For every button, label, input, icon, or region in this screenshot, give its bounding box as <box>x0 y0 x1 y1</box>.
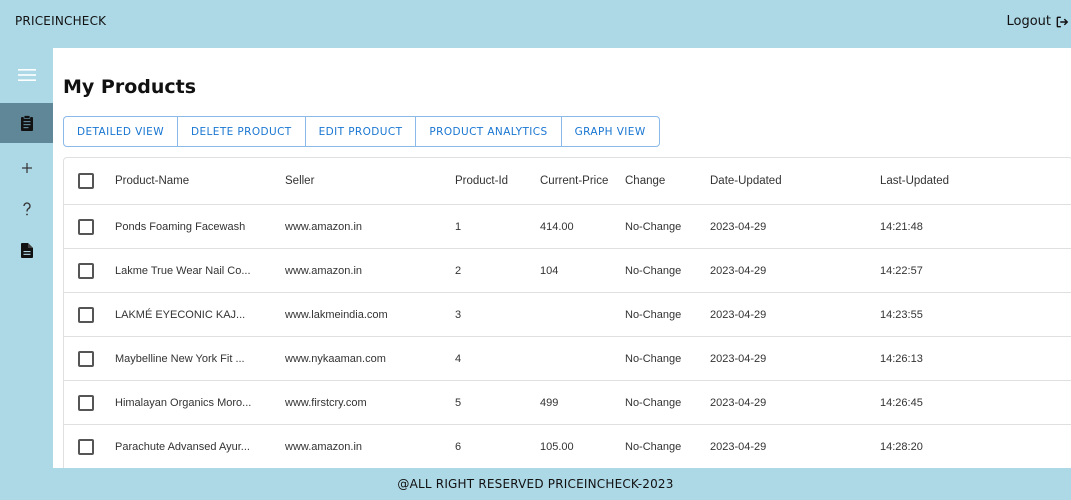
cell-date-updated: 2023-04-29 <box>710 264 767 277</box>
cell-current-price <box>540 293 620 336</box>
cell-product-id: 2 <box>455 264 462 277</box>
delete-product-button[interactable]: DELETE PRODUCT <box>177 116 306 147</box>
table-row[interactable]: Himalayan Organics Moro... www.firstcry.… <box>64 381 1071 425</box>
column-header-current-price[interactable]: Current-Price <box>540 158 620 204</box>
app-title: PRICEINCHECK <box>15 14 107 28</box>
cell-current-price: 104 <box>540 264 559 277</box>
table-row[interactable]: Lakme True Wear Nail Co... www.amazon.in… <box>64 249 1071 293</box>
column-header-date-updated[interactable]: Date-Updated <box>710 158 860 204</box>
cell-product-name: Parachute Advansed Ayur... <box>115 440 250 453</box>
main-content: My Products DETAILED VIEW DELETE PRODUCT… <box>53 48 1071 468</box>
row-checkbox[interactable] <box>78 306 94 323</box>
cell-change: No-Change <box>625 220 682 233</box>
row-checkbox[interactable] <box>78 218 94 235</box>
table-header: Product-Name Seller Product-Id Current-P… <box>64 158 1071 205</box>
row-checkbox[interactable] <box>78 394 94 411</box>
sidebar-item-add[interactable] <box>0 148 53 188</box>
cell-date-updated: 2023-04-29 <box>710 396 767 409</box>
cell-product-name: Himalayan Organics Moro... <box>115 396 252 409</box>
row-checkbox[interactable] <box>78 350 94 367</box>
cell-product-id: 3 <box>455 308 462 321</box>
cell-date-updated: 2023-04-29 <box>710 352 767 365</box>
cell-change: No-Change <box>625 308 682 321</box>
detailed-view-button[interactable]: DETAILED VIEW <box>63 116 179 147</box>
cell-seller: www.amazon.in <box>285 440 363 453</box>
file-icon <box>20 242 33 258</box>
sidebar-item-reports[interactable] <box>0 230 53 270</box>
cell-current-price: 499 <box>540 396 559 409</box>
cell-last-updated: 14:21:48 <box>880 220 923 233</box>
cell-seller: www.nykaaman.com <box>285 352 386 365</box>
cell-current-price <box>540 337 620 380</box>
cell-current-price: 105.00 <box>540 440 574 453</box>
sidebar-item-menu[interactable] <box>0 55 53 95</box>
cell-product-name: Ponds Foaming Facewash <box>115 220 246 233</box>
cell-product-name: Lakme True Wear Nail Co... <box>115 264 251 277</box>
table-row[interactable]: Maybelline New York Fit ... www.nykaaman… <box>64 337 1071 381</box>
cell-date-updated: 2023-04-29 <box>710 220 767 233</box>
cell-product-id: 4 <box>455 352 462 365</box>
cell-seller: www.amazon.in <box>285 220 363 233</box>
cell-product-id: 1 <box>455 220 462 233</box>
table-row[interactable]: Parachute Advansed Ayur... www.amazon.in… <box>64 425 1071 468</box>
cell-seller: www.lakmeindia.com <box>285 308 388 321</box>
cell-change: No-Change <box>625 440 682 453</box>
table-row[interactable]: LAKMÉ EYECONIC KAJ... www.lakmeindia.com… <box>64 293 1071 337</box>
logout-button[interactable]: Logout <box>1006 14 1069 29</box>
clipboard-icon <box>20 115 34 131</box>
footer: @ALL RIGHT RESERVED PRICEINCHECK-2023 <box>397 477 674 491</box>
cell-current-price: 414.00 <box>540 220 574 233</box>
top-bar: PRICEINCHECK Logout <box>0 0 1071 48</box>
cell-seller: www.amazon.in <box>285 264 363 277</box>
cell-product-name: Maybelline New York Fit ... <box>115 352 245 365</box>
column-header-last-updated[interactable]: Last-Updated <box>880 158 1030 204</box>
help-icon <box>22 202 32 216</box>
cell-last-updated: 14:28:20 <box>880 440 923 453</box>
cell-change: No-Change <box>625 396 682 409</box>
logout-icon <box>1055 15 1069 29</box>
column-header-product-name[interactable]: Product-Name <box>115 158 273 204</box>
cell-last-updated: 14:23:55 <box>880 308 923 321</box>
cell-product-id: 6 <box>455 440 462 453</box>
toolbar: DETAILED VIEW DELETE PRODUCT EDIT PRODUC… <box>63 116 660 147</box>
plus-icon <box>21 163 32 173</box>
cell-last-updated: 14:26:13 <box>880 352 923 365</box>
cell-change: No-Change <box>625 352 682 365</box>
table-row[interactable]: Ponds Foaming Facewash www.amazon.in 1 4… <box>64 205 1071 249</box>
column-header-seller[interactable]: Seller <box>285 158 445 204</box>
edit-product-button[interactable]: EDIT PRODUCT <box>304 116 417 147</box>
product-analytics-button[interactable]: PRODUCT ANALYTICS <box>415 116 562 147</box>
column-header-product-id[interactable]: Product-Id <box>455 158 525 204</box>
cell-date-updated: 2023-04-29 <box>710 308 767 321</box>
graph-view-button[interactable]: GRAPH VIEW <box>560 116 660 147</box>
column-header-change[interactable]: Change <box>625 158 705 204</box>
cell-change: No-Change <box>625 264 682 277</box>
products-table: Product-Name Seller Product-Id Current-P… <box>63 157 1071 468</box>
sidebar <box>0 48 53 468</box>
cell-date-updated: 2023-04-29 <box>710 440 767 453</box>
page-title: My Products <box>63 76 197 98</box>
cell-seller: www.firstcry.com <box>285 396 367 409</box>
sidebar-item-help[interactable] <box>0 189 53 229</box>
select-all-checkbox[interactable] <box>78 173 94 189</box>
cell-product-name: LAKMÉ EYECONIC KAJ... <box>115 308 246 321</box>
sidebar-item-products[interactable] <box>0 103 53 143</box>
cell-last-updated: 14:22:57 <box>880 264 923 277</box>
menu-icon <box>17 68 36 82</box>
cell-product-id: 5 <box>455 396 462 409</box>
cell-last-updated: 14:26:45 <box>880 396 923 409</box>
logout-label: Logout <box>1006 14 1051 29</box>
row-checkbox[interactable] <box>78 262 94 279</box>
row-checkbox[interactable] <box>78 438 94 455</box>
